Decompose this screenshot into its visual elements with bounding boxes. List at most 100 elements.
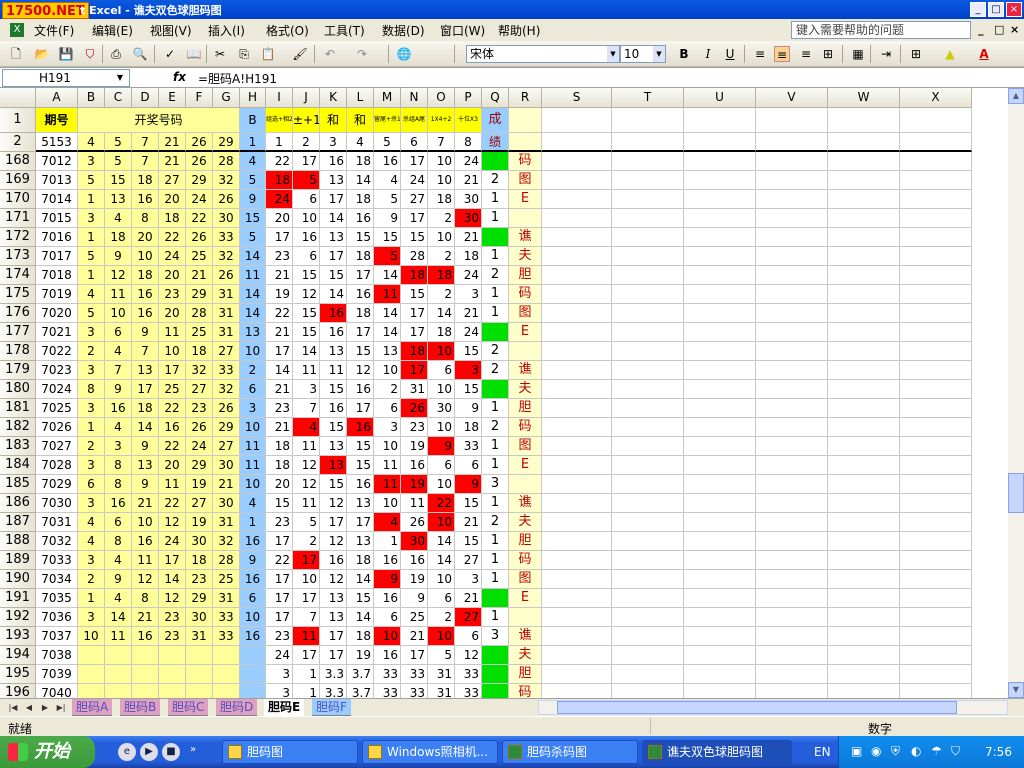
cell[interactable]	[612, 323, 684, 342]
value-cell[interactable]: 30	[455, 190, 482, 209]
value-cell[interactable]: 12	[455, 646, 482, 665]
draw-number-cell[interactable]: 21	[159, 152, 186, 171]
result-cell[interactable]: 2	[482, 342, 509, 361]
value-cell[interactable]: 12	[293, 475, 320, 494]
value-cell[interactable]: 16	[320, 323, 347, 342]
header-k[interactable]: 和	[320, 108, 347, 133]
cell[interactable]	[684, 665, 756, 684]
name-box[interactable]: H191 ▼	[2, 69, 130, 87]
value-cell[interactable]: 19	[401, 570, 428, 589]
value-cell[interactable]: 18	[455, 247, 482, 266]
cell[interactable]	[684, 570, 756, 589]
draw-number-cell[interactable]: 8	[105, 475, 132, 494]
cell[interactable]	[900, 247, 972, 266]
b-cell[interactable]: 6	[240, 589, 266, 608]
b-cell[interactable]: 10	[240, 608, 266, 627]
cell[interactable]	[756, 532, 828, 551]
result-cell[interactable]: 1	[482, 570, 509, 589]
b-cell[interactable]: 4	[240, 494, 266, 513]
value-cell[interactable]: 1	[374, 532, 401, 551]
row-header[interactable]: 190	[0, 570, 36, 589]
cell[interactable]	[756, 665, 828, 684]
result-cell[interactable]: 2	[482, 418, 509, 437]
value-cell[interactable]: 2	[293, 532, 320, 551]
draw-number-cell[interactable]: 12	[159, 589, 186, 608]
draw-number-cell[interactable]: 28	[186, 304, 213, 323]
draw-number-cell[interactable]	[159, 665, 186, 684]
value-cell[interactable]: 6	[293, 190, 320, 209]
label-cell[interactable]: 夫	[509, 247, 542, 266]
value-cell[interactable]: 14	[347, 570, 374, 589]
cell[interactable]	[900, 437, 972, 456]
draw-number-cell[interactable]: 26	[213, 190, 240, 209]
cell[interactable]	[756, 266, 828, 285]
cell[interactable]	[684, 342, 756, 361]
cell[interactable]	[684, 627, 756, 646]
value-cell[interactable]: 5	[293, 171, 320, 190]
horizontal-scrollbar[interactable]	[538, 700, 1008, 715]
value-cell[interactable]: 17	[347, 323, 374, 342]
cell[interactable]	[612, 437, 684, 456]
label-cell[interactable]: 图	[509, 570, 542, 589]
value-cell[interactable]: 10	[293, 570, 320, 589]
draw-number-cell[interactable]: 20	[159, 266, 186, 285]
result-cell[interactable]	[482, 323, 509, 342]
value-cell[interactable]: 9	[455, 399, 482, 418]
label-cell[interactable]: E	[509, 190, 542, 209]
cell[interactable]	[900, 108, 972, 133]
cell[interactable]	[900, 589, 972, 608]
merge-center-icon[interactable]: ⊞	[820, 46, 836, 62]
task-button[interactable]: 胆码图	[222, 740, 358, 764]
cell[interactable]	[684, 285, 756, 304]
period-cell[interactable]: 7033	[36, 551, 78, 570]
draw-number-cell[interactable]	[132, 684, 159, 698]
period-cell[interactable]: 7037	[36, 627, 78, 646]
cell[interactable]	[684, 171, 756, 190]
doc-minimize-button[interactable]: _	[978, 23, 984, 36]
draw-number-cell[interactable]: 4	[78, 285, 105, 304]
draw-number-cell[interactable]: 5	[78, 247, 105, 266]
value-cell[interactable]: 16	[320, 304, 347, 323]
draw-number-cell[interactable]: 8	[105, 456, 132, 475]
draw-number-cell[interactable]: 31	[213, 323, 240, 342]
select-all-corner[interactable]	[0, 88, 36, 108]
draw-number-cell[interactable]: 8	[78, 380, 105, 399]
label-cell[interactable]: E	[509, 323, 542, 342]
cell[interactable]	[900, 665, 972, 684]
cell[interactable]	[612, 665, 684, 684]
header-m[interactable]: 留尾+杀1	[374, 108, 401, 133]
align-right-icon[interactable]: ≡	[798, 46, 814, 62]
draw-number-cell[interactable]: 30	[186, 608, 213, 627]
draw-number-cell[interactable]: 14	[159, 570, 186, 589]
row-header[interactable]: 192	[0, 608, 36, 627]
b-cell[interactable]: 5	[240, 228, 266, 247]
chevron-down-icon[interactable]: ▼	[653, 46, 665, 62]
label-cell[interactable]: 码	[509, 152, 542, 171]
value-cell[interactable]: 30	[401, 532, 428, 551]
result-cell[interactable]	[482, 646, 509, 665]
cell[interactable]	[612, 570, 684, 589]
value-cell[interactable]: 6	[455, 627, 482, 646]
draw-number-cell[interactable]	[132, 646, 159, 665]
cell[interactable]	[542, 152, 612, 171]
row-header[interactable]: 182	[0, 418, 36, 437]
value-cell[interactable]: 17	[266, 608, 293, 627]
cell[interactable]	[612, 418, 684, 437]
cell[interactable]	[684, 209, 756, 228]
value-cell[interactable]: 5	[374, 190, 401, 209]
draw-number-cell[interactable]: 26	[186, 152, 213, 171]
value-cell[interactable]: 18	[347, 627, 374, 646]
header-period[interactable]: 期号	[36, 108, 78, 133]
draw-number-cell[interactable]: 31	[186, 627, 213, 646]
draw-number-cell[interactable]: 23	[159, 608, 186, 627]
draw-number-cell[interactable]: 1	[78, 190, 105, 209]
cell[interactable]	[542, 665, 612, 684]
value-cell[interactable]: 13	[320, 342, 347, 361]
draw-number-cell[interactable]: 30	[213, 209, 240, 228]
spelling-icon[interactable]: ✓	[162, 46, 178, 62]
cell[interactable]	[756, 108, 828, 133]
paste-icon[interactable]: 📋	[260, 46, 276, 62]
row-header[interactable]: 179	[0, 361, 36, 380]
draw-number-cell[interactable]: 3	[78, 608, 105, 627]
value-cell[interactable]: 23	[266, 247, 293, 266]
